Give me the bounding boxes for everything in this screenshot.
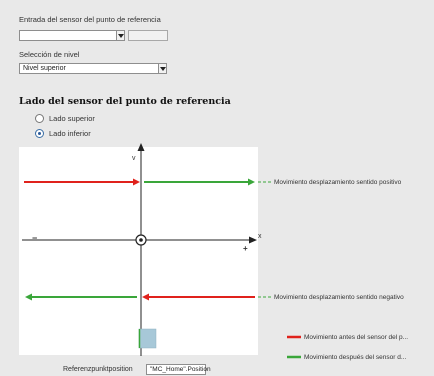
positive-annotation: Movimiento desplazamiento sentido positi… <box>274 179 402 186</box>
minus-label: − <box>32 233 38 243</box>
negative-annotation: Movimiento desplazamiento sentido negati… <box>274 294 404 301</box>
plus-label: + <box>243 244 248 253</box>
legend-before-label: Movimiento antes del sensor del p... <box>304 334 409 341</box>
legend-after-label: Movimiento después del sensor d... <box>304 354 407 361</box>
diagram-svg <box>22 143 301 359</box>
position-field-label: Referenzpunktposition <box>63 366 133 373</box>
x-axis-label: x <box>258 233 262 240</box>
y-axis-arrow <box>137 143 145 151</box>
sensor-block <box>138 328 157 349</box>
position-field[interactable]: "MC_Home".Position <box>146 364 211 375</box>
y-axis-label: v <box>132 155 136 162</box>
x-axis-arrow <box>249 236 257 244</box>
